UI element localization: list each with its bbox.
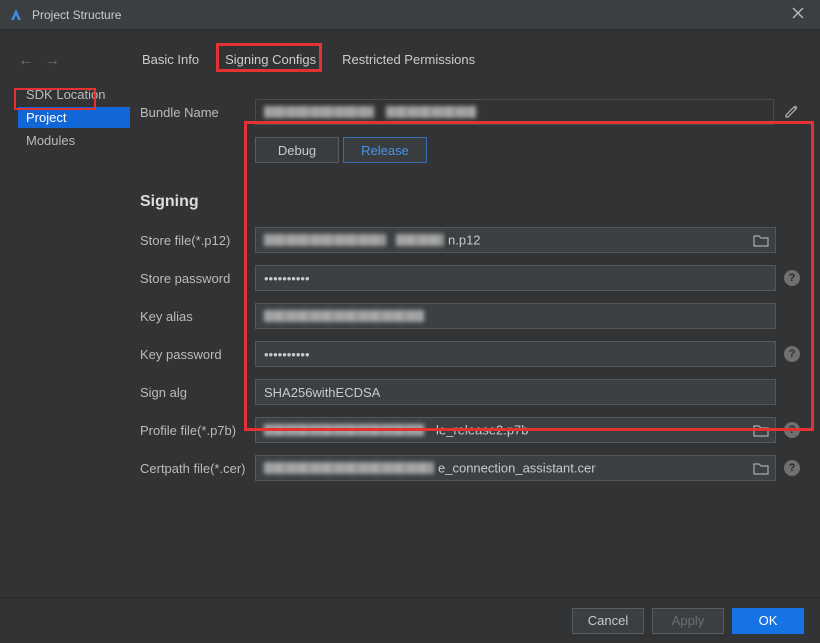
sidebar: ← → SDK Location Project Modules <box>0 42 130 597</box>
certpath-file-label: Certpath file(*.cer) <box>140 461 255 476</box>
help-icon[interactable]: ? <box>784 270 800 286</box>
tab-signing-configs[interactable]: Signing Configs <box>223 48 318 71</box>
key-password-field[interactable]: •••••••••• <box>255 341 776 367</box>
close-icon[interactable] <box>784 3 812 26</box>
store-password-field[interactable]: •••••••••• <box>255 265 776 291</box>
help-icon[interactable]: ? <box>784 422 800 438</box>
certpath-file-row: Certpath file(*.cer) e_connection_assist… <box>140 455 800 481</box>
profile-file-field[interactable]: le_release2.p7b <box>255 417 776 443</box>
profile-file-label: Profile file(*.p7b) <box>140 423 255 438</box>
mode-tab-release[interactable]: Release <box>343 137 427 163</box>
folder-icon[interactable] <box>753 423 769 437</box>
sidebar-item-sdk-location[interactable]: SDK Location <box>18 84 130 105</box>
app-logo-icon <box>8 7 24 23</box>
back-arrow-icon[interactable]: ← <box>18 52 34 70</box>
certpath-file-field[interactable]: e_connection_assistant.cer <box>255 455 776 481</box>
mode-tab-debug[interactable]: Debug <box>255 137 339 163</box>
store-file-label: Store file(*.p12) <box>140 233 255 248</box>
certpath-file-suffix: e_connection_assistant.cer <box>436 461 596 476</box>
content-area: ← → SDK Location Project Modules Basic I… <box>0 30 820 597</box>
folder-icon[interactable] <box>753 461 769 475</box>
store-file-field[interactable]: n.p12 <box>255 227 776 253</box>
forward-arrow-icon[interactable]: → <box>44 52 60 70</box>
sidebar-item-project[interactable]: Project <box>18 107 130 128</box>
bundle-name-row: Bundle Name <box>140 99 800 125</box>
mode-tabs-row: Debug Release <box>140 137 800 181</box>
key-alias-label: Key alias <box>140 309 255 324</box>
signing-heading: Signing <box>140 193 800 211</box>
tabs-row: Basic Info Signing Configs Restricted Pe… <box>140 42 800 71</box>
sign-alg-label: Sign alg <box>140 385 255 400</box>
store-password-row: Store password •••••••••• ? <box>140 265 800 291</box>
folder-icon[interactable] <box>753 233 769 247</box>
sidebar-item-modules[interactable]: Modules <box>18 130 130 151</box>
tab-restricted-permissions[interactable]: Restricted Permissions <box>340 48 477 71</box>
sign-alg-row: Sign alg SHA256withECDSA <box>140 379 800 405</box>
help-icon[interactable]: ? <box>784 460 800 476</box>
ok-button[interactable]: OK <box>732 608 804 634</box>
title-bar: Project Structure <box>0 0 820 30</box>
bundle-name-label: Bundle Name <box>140 105 255 120</box>
footer: Cancel Apply OK <box>0 597 820 643</box>
tab-basic-info[interactable]: Basic Info <box>140 48 201 71</box>
cancel-button[interactable]: Cancel <box>572 608 644 634</box>
window-title: Project Structure <box>32 8 784 22</box>
profile-file-suffix: le_release2.p7b <box>434 423 529 438</box>
sign-alg-field[interactable]: SHA256withECDSA <box>255 379 776 405</box>
nav-arrows: ← → <box>18 52 130 70</box>
bundle-name-field[interactable] <box>255 99 774 125</box>
key-alias-field[interactable] <box>255 303 776 329</box>
profile-file-row: Profile file(*.p7b) le_release2.p7b ? <box>140 417 800 443</box>
key-alias-row: Key alias <box>140 303 800 329</box>
store-file-row: Store file(*.p12) n.p12 <box>140 227 800 253</box>
help-icon[interactable]: ? <box>784 346 800 362</box>
store-password-label: Store password <box>140 271 255 286</box>
apply-button[interactable]: Apply <box>652 608 724 634</box>
main-panel: Basic Info Signing Configs Restricted Pe… <box>130 42 820 597</box>
store-file-suffix: n.p12 <box>446 233 481 248</box>
key-password-row: Key password •••••••••• ? <box>140 341 800 367</box>
edit-icon[interactable] <box>784 103 800 122</box>
key-password-label: Key password <box>140 347 255 362</box>
